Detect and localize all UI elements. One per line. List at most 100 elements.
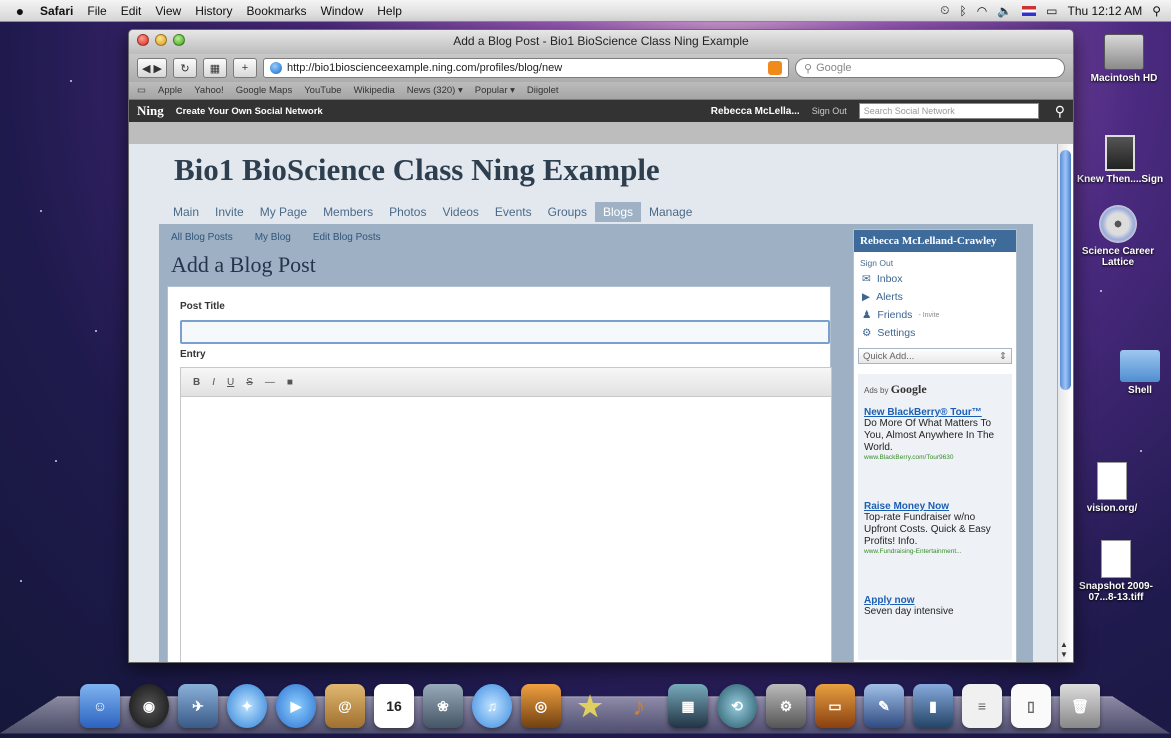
bluetooth-icon[interactable]: ᛒ	[960, 4, 967, 18]
photo-booth-icon[interactable]: ◎	[521, 684, 561, 728]
apple-menu-icon[interactable]: ●	[0, 3, 40, 19]
scrollbar-thumb[interactable]	[1060, 150, 1071, 390]
menu-view[interactable]: View	[155, 4, 181, 18]
mail-icon[interactable]: ✈	[178, 684, 218, 728]
quick-add-select[interactable]: Quick Add... ⇕	[858, 348, 1012, 364]
bookmark-youtube[interactable]: YouTube	[304, 85, 341, 96]
time-machine-icon[interactable]: ⏲	[940, 3, 949, 18]
menu-history[interactable]: History	[195, 4, 232, 18]
network-search-input[interactable]: Search Social Network	[858, 103, 1039, 119]
create-network-link[interactable]: Create Your Own Social Network	[176, 106, 323, 117]
rss-icon[interactable]	[768, 61, 782, 75]
desktop-icon-vision[interactable]: vision.org/	[1062, 462, 1162, 514]
bookmark-news[interactable]: News (320) ▾	[407, 85, 463, 96]
spaces-icon[interactable]: ▦	[668, 684, 708, 728]
keynote-icon[interactable]: ▭	[815, 684, 855, 728]
spotlight-icon[interactable]: ⚲	[1152, 4, 1161, 18]
entry-editor-area[interactable]	[180, 397, 832, 662]
ical-icon[interactable]: 16	[374, 684, 414, 728]
menu-edit[interactable]: Edit	[121, 4, 142, 18]
tab-manage[interactable]: Manage	[641, 202, 700, 222]
tab-members[interactable]: Members	[315, 202, 381, 222]
document-stack-icon[interactable]: ▯	[1011, 684, 1051, 728]
numbers-icon[interactable]: ▮	[913, 684, 953, 728]
bookmark-yahoo[interactable]: Yahoo!	[194, 85, 223, 96]
sidebar-item-friends[interactable]: ♟ Friends - Invite	[854, 306, 1016, 324]
ning-user-link[interactable]: Rebecca McLella...	[711, 106, 800, 117]
bookmark-popular[interactable]: Popular ▾	[475, 85, 515, 96]
system-preferences-icon[interactable]: ⚙	[766, 684, 806, 728]
tab-invite[interactable]: Invite	[207, 202, 252, 222]
desktop-icon-snapshot[interactable]: Snapshot 2009-07...8-13.tiff	[1066, 540, 1166, 603]
post-title-input[interactable]	[180, 320, 830, 344]
wifi-icon[interactable]: ◠	[977, 4, 987, 18]
ning-sign-out-link[interactable]: Sign Out	[812, 106, 847, 116]
media-icon[interactable]: ■	[287, 377, 293, 388]
all-blog-posts-link[interactable]: All Blog Posts	[171, 232, 233, 243]
ad-item[interactable]: Apply now Seven day intensive	[864, 595, 1006, 618]
dashboard-icon[interactable]: ◉	[129, 684, 169, 728]
edit-blog-posts-link[interactable]: Edit Blog Posts	[313, 232, 381, 243]
horizontal-rule-button[interactable]: —	[265, 377, 275, 388]
menu-app-safari[interactable]: Safari	[40, 4, 73, 18]
zoom-window-icon[interactable]	[173, 34, 185, 46]
sidebar-user-name[interactable]: Rebecca McLelland-Crawley	[854, 230, 1016, 252]
site-title[interactable]: Bio1 BioScience Class Ning Example	[174, 152, 660, 188]
bookmark-wikipedia[interactable]: Wikipedia	[354, 85, 395, 96]
tab-photos[interactable]: Photos	[381, 202, 434, 222]
bookmark-diigolet[interactable]: Diigolet	[527, 85, 559, 96]
iphoto-icon[interactable]: ❀	[423, 684, 463, 728]
minimize-window-icon[interactable]	[155, 34, 167, 46]
menu-file[interactable]: File	[87, 4, 106, 18]
underline-button[interactable]: U	[227, 377, 234, 388]
vertical-scrollbar[interactable]: ▲ ▼	[1057, 144, 1073, 662]
bookmark-apple[interactable]: Apple	[158, 85, 182, 96]
bold-button[interactable]: B	[193, 377, 200, 388]
imovie-icon[interactable]: ★	[570, 684, 610, 728]
tab-blogs[interactable]: Blogs	[594, 202, 641, 222]
search-icon[interactable]: ⚲	[1055, 103, 1065, 120]
reading-list-icon[interactable]: ▭	[137, 85, 146, 96]
top-sites-icon[interactable]: ▦	[202, 58, 227, 78]
pages-icon[interactable]: ✎	[864, 684, 904, 728]
itunes-icon[interactable]: ♫	[472, 684, 512, 728]
close-window-icon[interactable]	[137, 34, 149, 46]
document-stack-icon[interactable]: ≡	[962, 684, 1002, 728]
sidebar-item-inbox[interactable]: ✉ Inbox	[854, 270, 1016, 288]
menu-help[interactable]: Help	[377, 4, 402, 18]
desktop-icon-macintosh-hd[interactable]: Macintosh HD	[1074, 34, 1171, 84]
strikethrough-button[interactable]: S	[246, 377, 253, 388]
finder-icon[interactable]: ☺	[80, 684, 120, 728]
scroll-arrows-icon[interactable]: ▲ ▼	[1060, 640, 1068, 660]
add-bookmark-button[interactable]: +	[232, 58, 257, 78]
tab-main[interactable]: Main	[165, 202, 207, 222]
battery-icon[interactable]: ▭	[1046, 4, 1057, 18]
google-search-field[interactable]: ⚲ Google	[795, 58, 1065, 78]
ichat-icon[interactable]: ▶	[276, 684, 316, 728]
desktop-icon-knew-then[interactable]: Knew Then....Sign	[1070, 135, 1170, 185]
ad-item[interactable]: Raise Money Now Top-rate Fundraiser w/no…	[864, 501, 1006, 555]
garageband-icon[interactable]: ♪	[619, 684, 659, 728]
menu-clock[interactable]: Thu 12:12 AM	[1067, 4, 1142, 18]
tab-events[interactable]: Events	[487, 202, 540, 222]
volume-icon[interactable]: 🔈	[997, 4, 1012, 18]
trash-icon[interactable]: 🗑	[1060, 684, 1100, 728]
sidebar-item-alerts[interactable]: ▶ Alerts	[854, 288, 1016, 306]
safari-icon[interactable]: ✦	[227, 684, 267, 728]
menu-bookmarks[interactable]: Bookmarks	[247, 4, 307, 18]
tab-groups[interactable]: Groups	[540, 202, 595, 222]
desktop-icon-science-career[interactable]: Science Career Lattice	[1068, 205, 1168, 268]
address-bar[interactable]: http://bio1bioscienceexample.ning.com/pr…	[262, 58, 789, 78]
address-book-icon[interactable]: @	[325, 684, 365, 728]
my-blog-link[interactable]: My Blog	[255, 232, 291, 243]
ads-by-google[interactable]: Ads by Google	[864, 382, 1006, 397]
bookmark-google-maps[interactable]: Google Maps	[236, 85, 293, 96]
ad-item[interactable]: New BlackBerry® Tour™ Do More Of What Ma…	[864, 407, 1006, 461]
invite-link[interactable]: - Invite	[918, 312, 939, 319]
italic-button[interactable]: I	[212, 377, 215, 388]
desktop-icon-shell[interactable]: Shell	[1090, 350, 1171, 396]
back-forward-button[interactable]: ◀ ▶	[137, 58, 167, 78]
sidebar-item-settings[interactable]: ⚙ Settings	[854, 324, 1016, 342]
input-flag-icon[interactable]	[1022, 5, 1037, 16]
menu-window[interactable]: Window	[321, 4, 364, 18]
